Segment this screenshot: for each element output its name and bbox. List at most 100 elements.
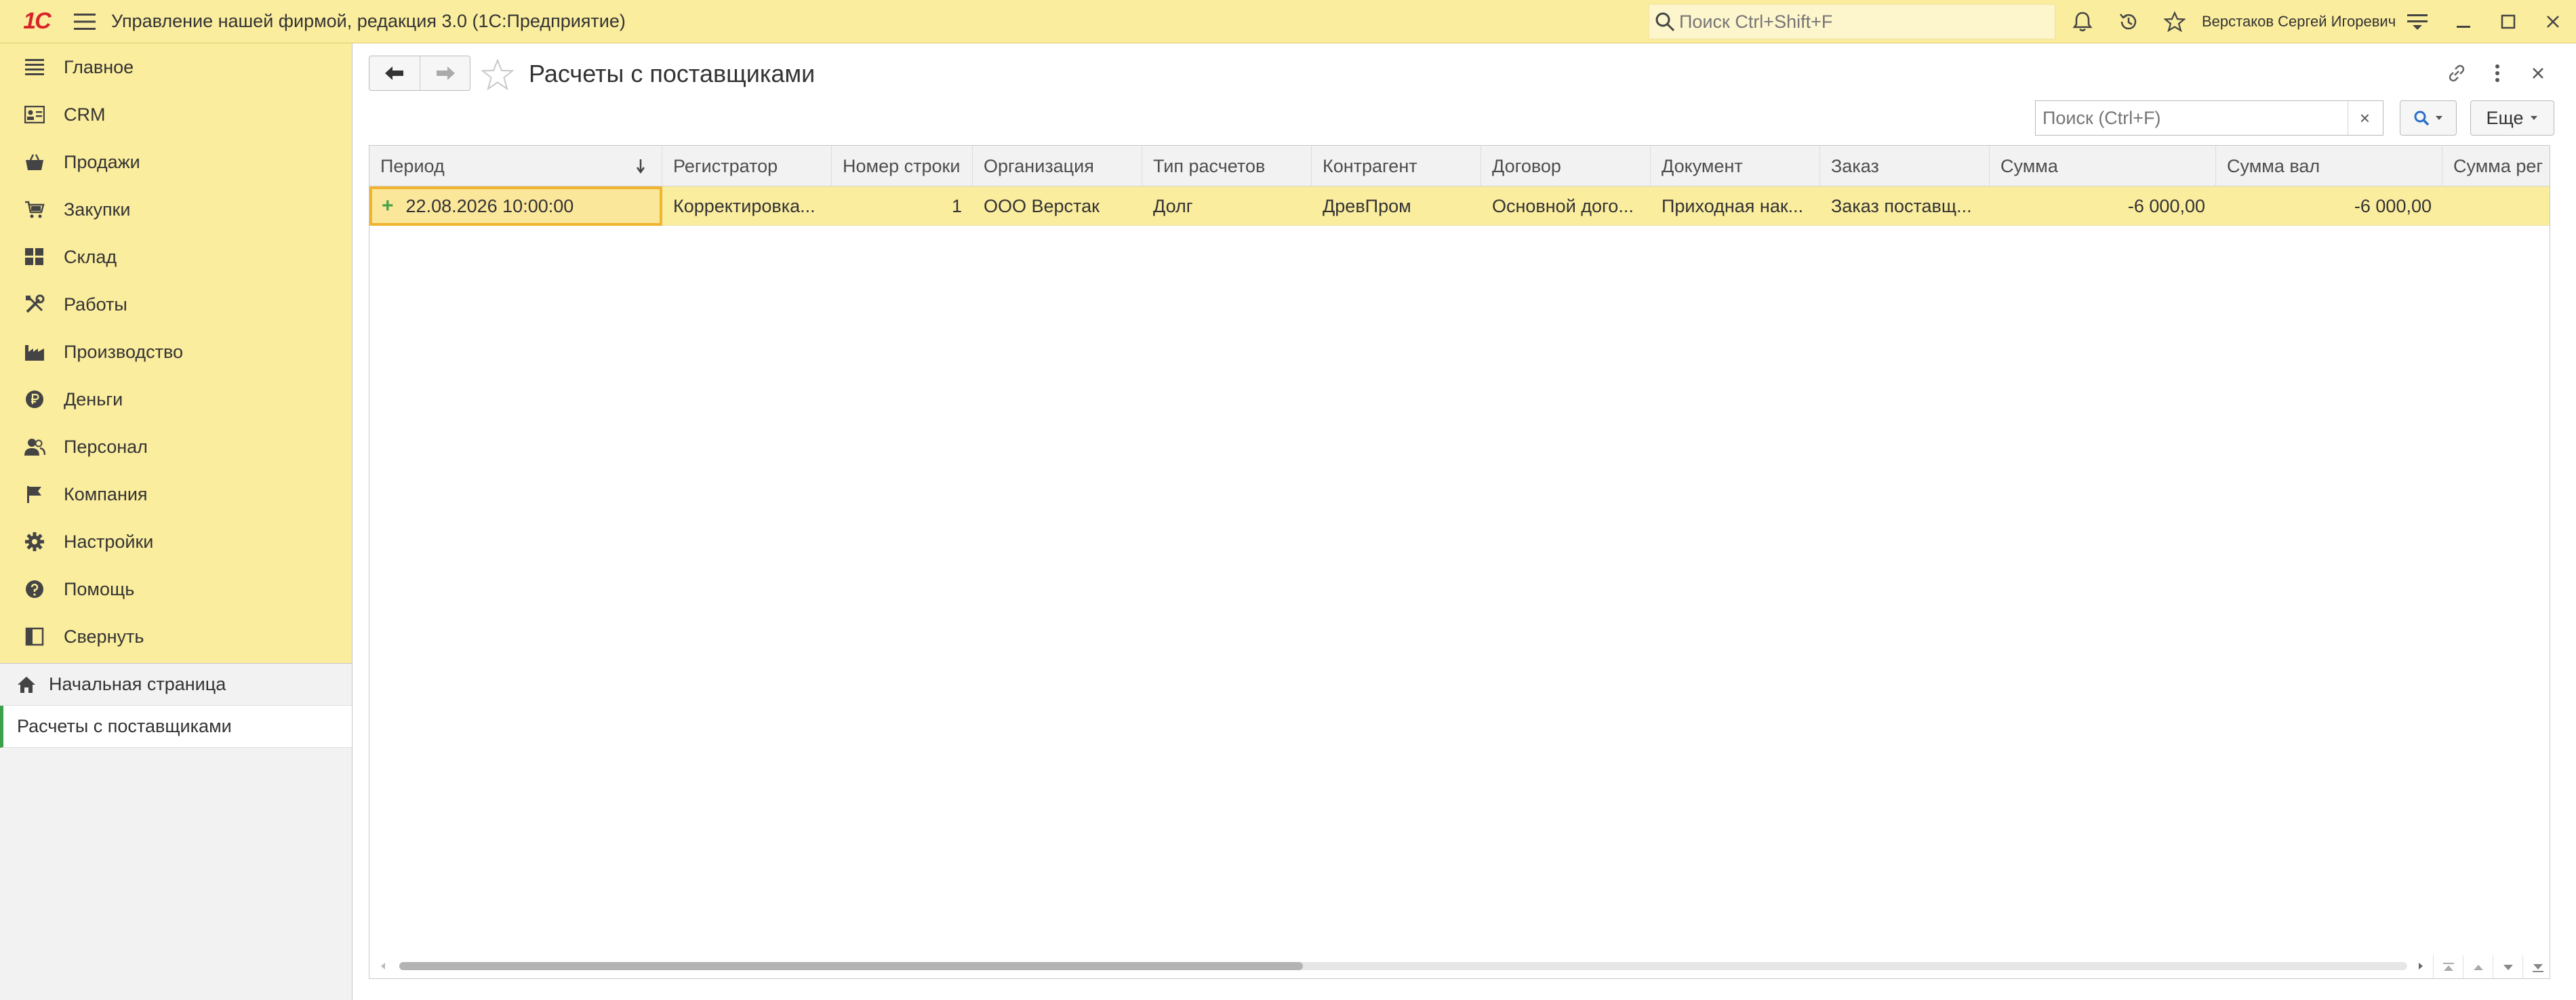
- sections-panel: Главное CRM Продажи Закупки Склад Работы…: [0, 43, 353, 1000]
- cell-line-number[interactable]: 1: [832, 186, 973, 226]
- search-options-button[interactable]: [2400, 100, 2457, 136]
- scroll-to-bottom-button[interactable]: [2522, 955, 2550, 978]
- open-windows-panel: Начальная страница Расчеты с поставщикам…: [0, 663, 352, 1000]
- table-row[interactable]: + 22.08.2026 10:00:00 Корректировка... 1…: [369, 186, 2550, 226]
- column-header-registrar[interactable]: Регистратор: [662, 146, 832, 186]
- global-search-input[interactable]: [1679, 11, 2045, 33]
- horizontal-scrollbar[interactable]: [369, 953, 2550, 978]
- main-menu-button[interactable]: [61, 0, 108, 43]
- section-help[interactable]: Помощь: [0, 565, 352, 613]
- section-sales[interactable]: Продажи: [0, 138, 352, 186]
- cell-text: -6 000,00: [2127, 195, 2205, 216]
- cell-registrar[interactable]: Корректировка...: [662, 186, 832, 226]
- arrow-left-icon: [385, 66, 403, 80]
- clear-search-label: ×: [2359, 107, 2371, 128]
- list-search[interactable]: ×: [2035, 100, 2383, 136]
- hamburger-icon: [74, 13, 96, 30]
- cell-organization[interactable]: ООО Верстак: [973, 186, 1142, 226]
- cell-text: Заказ поставщ...: [1831, 195, 1972, 216]
- section-production[interactable]: Производство: [0, 328, 352, 376]
- open-form-item-supplier-settlements[interactable]: Расчеты с поставщиками: [0, 706, 352, 748]
- column-header-period[interactable]: Период: [369, 146, 662, 186]
- column-header-label: Контрагент: [1323, 155, 1417, 176]
- minimize-button[interactable]: [2442, 0, 2485, 43]
- column-header-counterparty[interactable]: Контрагент: [1312, 146, 1481, 186]
- section-collapse[interactable]: Свернуть: [0, 613, 352, 660]
- section-main[interactable]: Главное: [0, 43, 352, 91]
- notifications-button[interactable]: [2061, 0, 2104, 43]
- cell-text: -6 000,00: [2354, 195, 2432, 216]
- cell-contract[interactable]: Основной дого...: [1481, 186, 1651, 226]
- section-purchases[interactable]: Закупки: [0, 186, 352, 233]
- cell-amount-reg[interactable]: [2442, 186, 2550, 226]
- list-search-input[interactable]: [2036, 107, 2348, 129]
- column-header-contract[interactable]: Договор: [1481, 146, 1651, 186]
- chevron-left-icon: [381, 963, 385, 969]
- table-header: Период Регистратор Номер строки Организа…: [369, 146, 2550, 186]
- scroll-down-button[interactable]: [2493, 955, 2522, 978]
- cell-amount[interactable]: -6 000,00: [1990, 186, 2216, 226]
- section-warehouse[interactable]: Склад: [0, 233, 352, 281]
- scroll-track[interactable]: [399, 962, 2407, 970]
- forward-button[interactable]: [420, 56, 470, 90]
- column-header-line-number[interactable]: Номер строки: [832, 146, 973, 186]
- column-header-organization[interactable]: Организация: [973, 146, 1142, 186]
- cell-order[interactable]: Заказ поставщ...: [1820, 186, 1990, 226]
- back-button[interactable]: [369, 56, 420, 90]
- column-header-label: Сумма: [2000, 155, 2058, 176]
- scroll-right-button[interactable]: [2414, 959, 2428, 973]
- link-icon: [2449, 64, 2465, 82]
- column-header-settlement-type[interactable]: Тип расчетов: [1142, 146, 1312, 186]
- search-icon: [1655, 12, 1675, 32]
- user-name[interactable]: Верстаков Сергей Игоревич: [2202, 0, 2396, 43]
- add-to-favorites-button[interactable]: [479, 56, 517, 94]
- scroll-thumb[interactable]: [399, 962, 1303, 970]
- column-header-label: Заказ: [1831, 155, 1879, 176]
- more-button[interactable]: Еще: [2470, 100, 2554, 136]
- column-header-amount[interactable]: Сумма: [1990, 146, 2216, 186]
- cell-text: ДревПром: [1323, 195, 1411, 216]
- close-form-button[interactable]: [2519, 54, 2557, 92]
- home-page-item[interactable]: Начальная страница: [0, 664, 352, 706]
- section-money[interactable]: Деньги: [0, 376, 352, 423]
- section-personnel[interactable]: Персонал: [0, 423, 352, 471]
- favorites-button[interactable]: [2153, 0, 2196, 43]
- maximize-button[interactable]: [2487, 0, 2530, 43]
- scroll-up-button[interactable]: [2463, 955, 2493, 978]
- cell-document[interactable]: Приходная нак...: [1651, 186, 1820, 226]
- history-button[interactable]: [2107, 0, 2150, 43]
- section-crm[interactable]: CRM: [0, 91, 352, 138]
- scroll-to-top-button[interactable]: [2433, 955, 2463, 978]
- scroll-top-icon: [2442, 963, 2454, 971]
- more-button-label: Еще: [2486, 107, 2524, 128]
- column-header-amount-currency[interactable]: Сумма вал: [2216, 146, 2442, 186]
- column-header-document[interactable]: Документ: [1651, 146, 1820, 186]
- clear-search-button[interactable]: ×: [2348, 101, 2381, 135]
- section-works[interactable]: Работы: [0, 281, 352, 328]
- settings-lines-icon: [2407, 14, 2428, 30]
- global-search[interactable]: [1649, 4, 2055, 39]
- section-company[interactable]: Компания: [0, 471, 352, 518]
- close-window-button[interactable]: [2531, 0, 2575, 43]
- tools-icon: [23, 293, 46, 316]
- copy-link-button[interactable]: [2438, 54, 2476, 92]
- column-header-amount-reg[interactable]: Сумма рег: [2442, 146, 2550, 186]
- home-page-label: Начальная страница: [49, 674, 226, 694]
- page-title: Расчеты с поставщиками: [529, 60, 816, 87]
- cell-settlement-type[interactable]: Долг: [1142, 186, 1312, 226]
- column-header-order[interactable]: Заказ: [1820, 146, 1990, 186]
- cell-amount-currency[interactable]: -6 000,00: [2216, 186, 2442, 226]
- section-label: Деньги: [64, 388, 123, 409]
- cell-counterparty[interactable]: ДревПром: [1312, 186, 1481, 226]
- chevron-down-icon: [2531, 116, 2538, 120]
- form-menu-button[interactable]: [2478, 54, 2516, 92]
- scroll-left-button[interactable]: [376, 959, 390, 973]
- records-table[interactable]: Период Регистратор Номер строки Организа…: [369, 145, 2550, 979]
- sections-list: Главное CRM Продажи Закупки Склад Работы…: [0, 43, 352, 663]
- column-header-label: Регистратор: [673, 155, 778, 176]
- section-settings[interactable]: Настройки: [0, 518, 352, 565]
- contact-card-icon: [23, 103, 46, 126]
- cell-period[interactable]: + 22.08.2026 10:00:00: [369, 186, 662, 226]
- section-label: Помощь: [64, 578, 135, 599]
- settings-menu-button[interactable]: [2396, 0, 2439, 43]
